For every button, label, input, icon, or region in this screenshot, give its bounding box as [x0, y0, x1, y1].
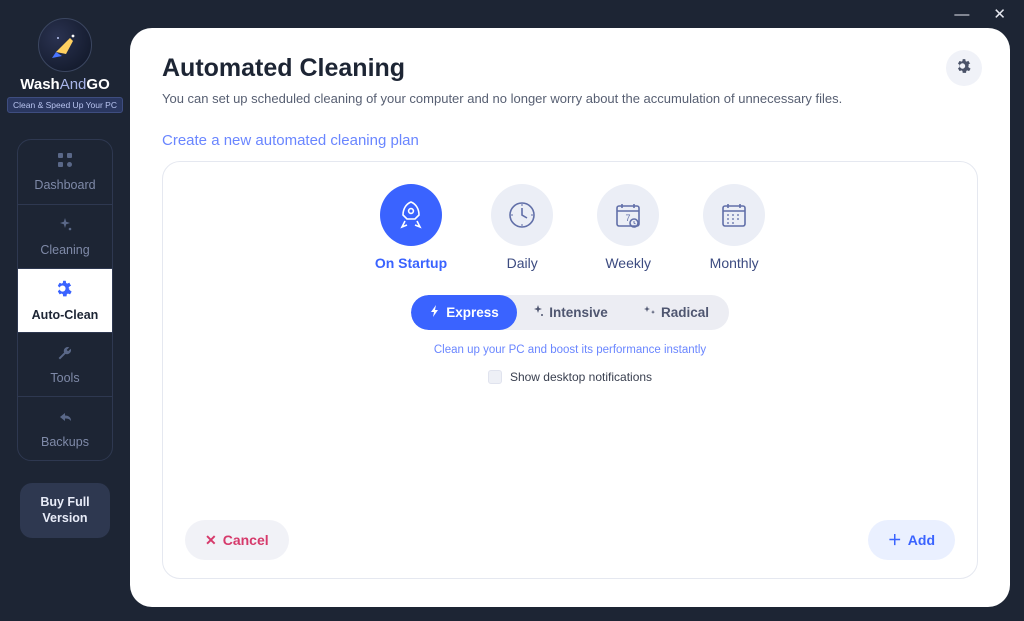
frequency-daily[interactable]: Daily [491, 184, 553, 271]
mode-hint: Clean up your PC and boost its performan… [185, 344, 955, 356]
plus-icon: ＋ [888, 530, 902, 550]
grid-icon [57, 152, 73, 173]
calendar-month-icon [703, 184, 765, 246]
sidebar-item-dashboard[interactable]: Dashboard [18, 140, 112, 204]
sidebar-item-backups[interactable]: Backups [18, 396, 112, 460]
frequency-weekly[interactable]: 7 Weekly [597, 184, 659, 271]
gear-icon [56, 280, 74, 303]
gear-icon [956, 58, 972, 79]
logo-text-wash: Wash [20, 76, 59, 93]
undo-icon [57, 409, 73, 430]
sidebar-item-auto-clean[interactable]: Auto-Clean [18, 268, 112, 332]
mode-label: Intensive [549, 305, 608, 320]
wrench-icon [57, 345, 73, 366]
mode-selector: Express Intensive Radical [411, 295, 729, 330]
sidebar-item-label: Cleaning [40, 243, 89, 257]
sidebar: WashAndGO Clean & Speed Up Your PC Dashb… [0, 0, 130, 621]
settings-button[interactable] [946, 50, 982, 86]
mode-label: Express [446, 305, 499, 320]
logo-text-and: And [60, 76, 87, 93]
sidebar-item-cleaning[interactable]: Cleaning [18, 204, 112, 268]
section-title: Create a new automated cleaning plan [162, 132, 978, 149]
nav: Dashboard Cleaning Auto-Clean Tools Back… [17, 139, 113, 461]
button-label: Add [908, 532, 935, 548]
mode-intensive[interactable]: Intensive [517, 295, 623, 330]
cleaning-plan-panel: On Startup Daily 7 Weekly Monthly Expres… [162, 161, 978, 579]
frequency-row: On Startup Daily 7 Weekly Monthly [185, 184, 955, 271]
notifications-row: Show desktop notifications [185, 370, 955, 384]
add-button[interactable]: ＋ Add [868, 520, 955, 560]
sidebar-item-label: Tools [50, 371, 79, 385]
main-panel: Automated Cleaning You can set up schedu… [130, 28, 1010, 607]
page-title: Automated Cleaning [162, 54, 978, 83]
rocket-icon [380, 184, 442, 246]
frequency-monthly[interactable]: Monthly [703, 184, 765, 271]
buy-full-version-button[interactable]: Buy Full Version [20, 483, 110, 538]
button-label: Cancel [223, 532, 269, 548]
page-subtitle: You can set up scheduled cleaning of you… [162, 91, 978, 106]
app-logo: WashAndGO Clean & Speed Up Your PC [7, 18, 123, 113]
mode-express[interactable]: Express [411, 295, 517, 330]
double-sparkle-icon [643, 305, 656, 320]
mode-label: Radical [661, 305, 709, 320]
frequency-label: Weekly [605, 255, 651, 271]
clock-icon [491, 184, 553, 246]
sidebar-item-label: Auto-Clean [32, 308, 99, 322]
logo-text-go: GO [86, 76, 109, 93]
notifications-label: Show desktop notifications [510, 370, 652, 384]
logo-icon [38, 18, 92, 72]
frequency-label: Monthly [710, 255, 759, 271]
sidebar-item-label: Dashboard [34, 178, 95, 192]
frequency-label: Daily [507, 255, 538, 271]
sidebar-item-tools[interactable]: Tools [18, 332, 112, 396]
frequency-on-startup[interactable]: On Startup [375, 184, 447, 271]
close-icon: ✕ [205, 532, 217, 549]
logo-tagline: Clean & Speed Up Your PC [7, 97, 123, 113]
mode-radical[interactable]: Radical [623, 295, 729, 330]
bolt-icon [429, 305, 441, 320]
cancel-button[interactable]: ✕ Cancel [185, 520, 289, 560]
sparkle-icon [532, 305, 544, 320]
minimize-button[interactable]: — [954, 6, 969, 23]
close-button[interactable]: ✕ [993, 5, 1006, 23]
sparkle-icon [57, 217, 73, 238]
sidebar-item-label: Backups [41, 435, 89, 449]
calendar-week-icon: 7 [597, 184, 659, 246]
frequency-label: On Startup [375, 255, 447, 271]
notifications-checkbox[interactable] [488, 370, 502, 384]
